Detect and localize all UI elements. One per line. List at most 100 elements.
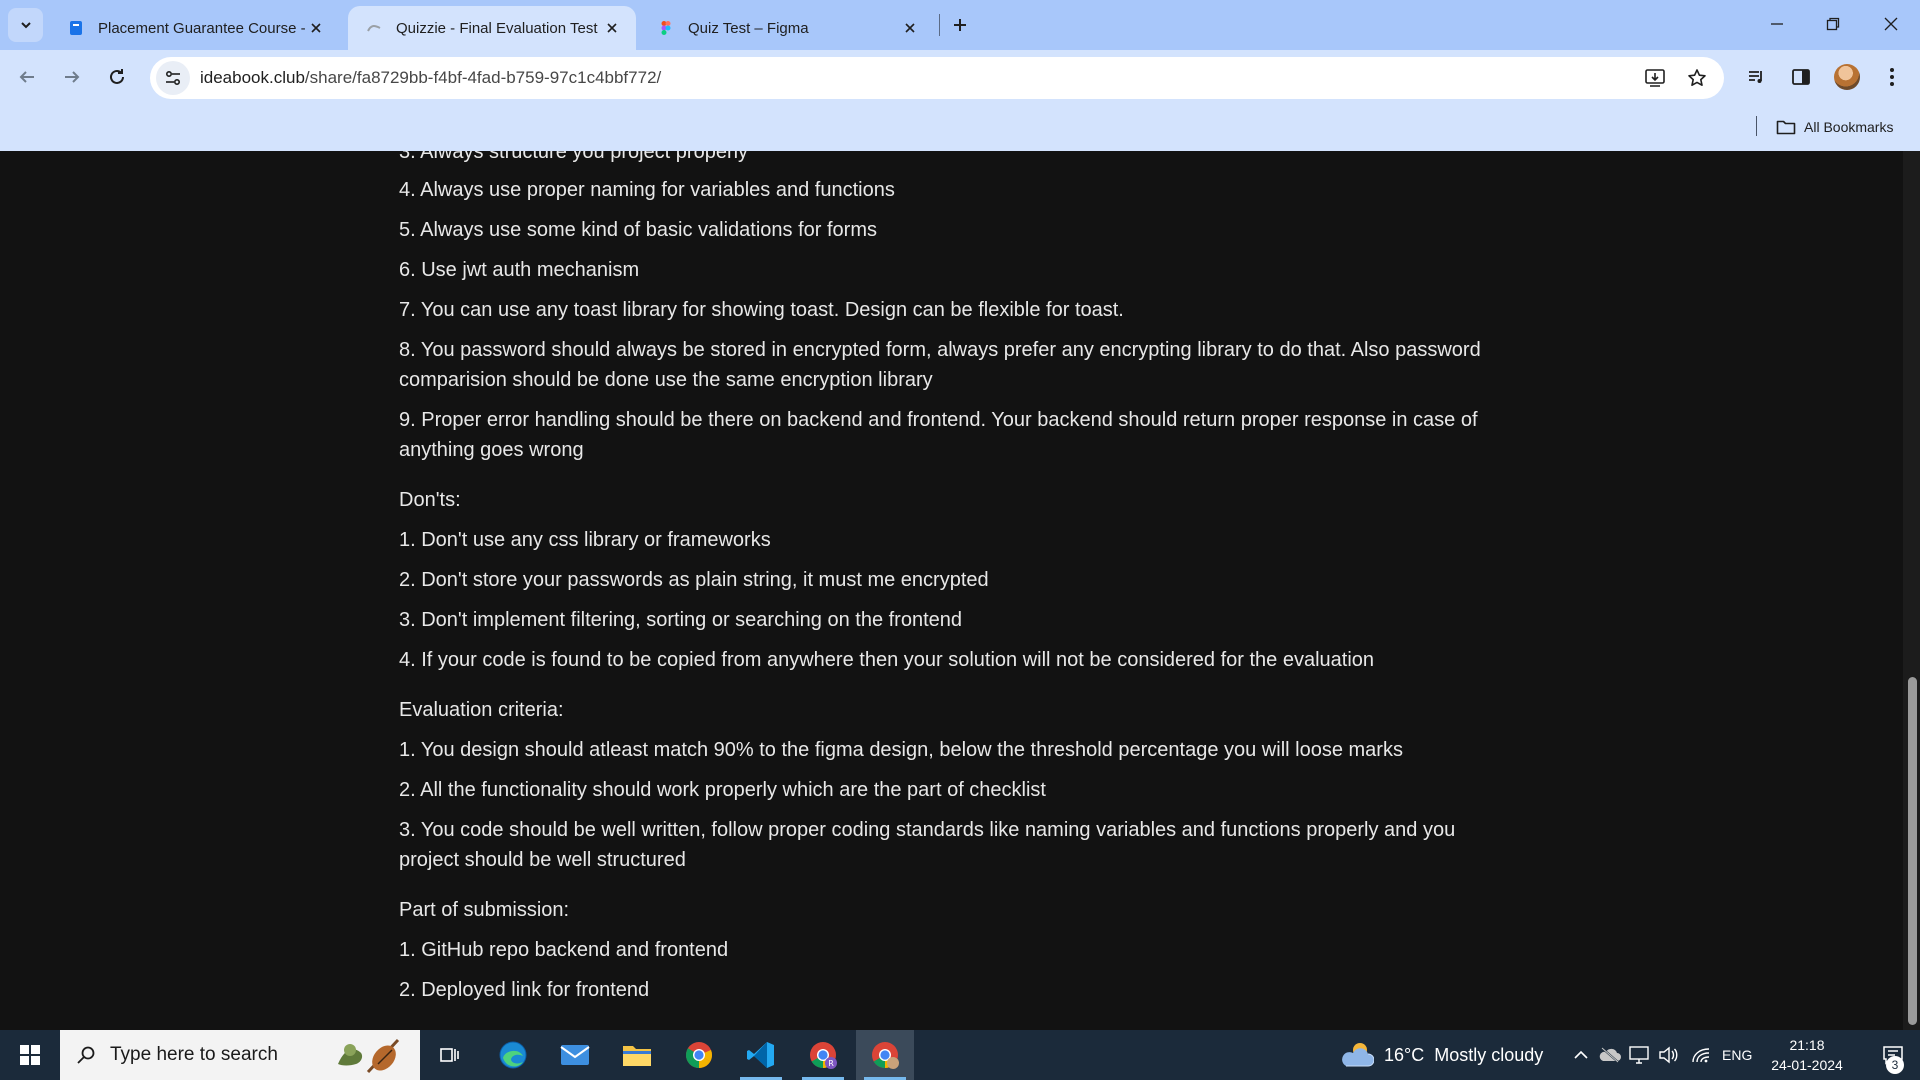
list-item: 3. Always structure you project properly — [399, 151, 749, 163]
list-item: 4. Always use proper naming for variable… — [399, 179, 895, 201]
tab-title: Quizzie - Final Evaluation Test — [396, 19, 598, 37]
list-item: 2. Deployed link for frontend — [399, 979, 650, 1001]
install-icon — [1645, 69, 1665, 87]
reload-icon — [110, 69, 124, 84]
close-icon — [311, 23, 321, 33]
windows-taskbar: Type here to search R 16°C Mostly cloudy — [0, 1030, 1920, 1080]
onedrive-tray-button[interactable] — [1597, 1030, 1623, 1080]
monitor-icon — [1629, 1046, 1649, 1064]
chrome-menu-button[interactable] — [1875, 60, 1909, 94]
site-info-button[interactable] — [156, 61, 190, 95]
plus-icon — [954, 19, 966, 31]
taskbar-edge[interactable] — [484, 1030, 542, 1080]
bookmarks-separator — [1756, 116, 1757, 136]
profile-button[interactable] — [1830, 60, 1864, 94]
chrome-icon — [686, 1042, 713, 1069]
taskbar-search-box[interactable]: Type here to search — [60, 1030, 420, 1080]
display-tray-button[interactable] — [1626, 1030, 1652, 1080]
all-bookmarks-button[interactable]: All Bookmarks — [1776, 114, 1893, 140]
forward-button[interactable] — [55, 60, 89, 94]
minimize-button[interactable] — [1754, 6, 1800, 42]
arrow-left-icon — [19, 71, 34, 83]
chrome-icon — [872, 1042, 899, 1069]
taskbar-chrome[interactable] — [670, 1030, 728, 1080]
page-content: 3. Always structure you project properly… — [0, 151, 1920, 1030]
list-item: 1. Don't use any css library or framewor… — [399, 529, 771, 551]
chrome-profile-icon: R — [810, 1042, 837, 1069]
list-item: 6. Use jwt auth mechanism — [399, 259, 640, 281]
arrow-right-icon — [65, 71, 80, 83]
network-tray-button[interactable] — [1688, 1030, 1714, 1080]
list-item: 4. If your code is found to be copied fr… — [399, 649, 1375, 671]
address-bar[interactable]: ideabook.club/share/fa8729bb-f4bf-4fad-b… — [150, 57, 1724, 99]
list-item: 8. You password should always be stored … — [399, 339, 1481, 391]
language-label: ENG — [1722, 1047, 1753, 1063]
list-item: 7. You can use any toast library for sho… — [399, 299, 1124, 321]
side-panel-icon — [1792, 69, 1810, 85]
reload-button[interactable] — [100, 60, 134, 94]
tab-figma[interactable]: Quiz Test – Figma — [640, 6, 934, 50]
taskbar-vscode[interactable] — [732, 1030, 790, 1080]
url-path: /share/fa8729bb-f4bf-4fad-b759-97c1c4bbf… — [304, 68, 662, 87]
install-app-button[interactable] — [1638, 61, 1672, 95]
side-panel-button[interactable] — [1784, 60, 1818, 94]
list-item: 9. Proper error handling should be there… — [399, 409, 1478, 461]
search-icon — [77, 1046, 95, 1064]
quizzie-favicon-icon — [367, 25, 381, 32]
input-language-indicator[interactable]: ENG — [1722, 1030, 1752, 1080]
restore-icon — [1826, 17, 1840, 31]
clock-date: 24-01-2024 — [1771, 1057, 1843, 1073]
tab-close-button[interactable] — [602, 18, 622, 38]
chevron-up-icon — [1574, 1050, 1588, 1059]
task-view-button[interactable] — [420, 1030, 478, 1080]
cloud-offline-icon — [1599, 1047, 1621, 1063]
tab-search-button[interactable] — [8, 8, 43, 42]
list-item: 1. You design should atleast match 90% t… — [399, 739, 1403, 761]
show-hidden-icons-button[interactable] — [1568, 1030, 1594, 1080]
list-item: 3. Don't implement filtering, sorting or… — [399, 609, 963, 631]
url-text[interactable]: ideabook.club/share/fa8729bb-f4bf-4fad-b… — [200, 68, 661, 88]
avatar — [1834, 64, 1860, 90]
window-close-button[interactable] — [1868, 6, 1914, 42]
tab-placement[interactable]: Placement Guarantee Course - ... — [50, 6, 340, 50]
tab-quizzie[interactable]: Quizzie - Final Evaluation Test — [348, 6, 636, 50]
tab-separator — [939, 14, 940, 36]
star-icon — [1688, 69, 1706, 86]
tab-close-button[interactable] — [306, 18, 326, 38]
svg-text:R: R — [828, 1059, 834, 1068]
volume-tray-button[interactable] — [1655, 1030, 1681, 1080]
chevron-down-icon — [20, 22, 31, 29]
tab-title: Placement Guarantee Course - ... — [98, 19, 306, 37]
mail-icon — [560, 1045, 590, 1065]
restore-button[interactable] — [1810, 6, 1856, 42]
media-queue-icon — [1749, 71, 1762, 83]
clock[interactable]: 21:18 24-01-2024 — [1762, 1035, 1852, 1075]
weather-widget[interactable]: 16°C Mostly cloudy — [1340, 1030, 1543, 1080]
new-tab-button[interactable] — [946, 11, 974, 39]
start-button[interactable] — [0, 1030, 60, 1080]
bookmark-star-button[interactable] — [1680, 61, 1714, 95]
scrollbar-thumb[interactable] — [1908, 677, 1917, 1025]
tab-close-button[interactable] — [900, 18, 920, 38]
list-item: 1. GitHub repo backend and frontend — [399, 939, 729, 961]
taskbar-chrome-profile[interactable]: R — [794, 1030, 852, 1080]
wifi-icon — [1692, 1048, 1710, 1063]
all-bookmarks-label: All Bookmarks — [1804, 119, 1894, 135]
taskbar-file-explorer[interactable] — [608, 1030, 666, 1080]
search-highlight-art-icon — [338, 1038, 400, 1074]
list-item: 2. Don't store your passwords as plain s… — [399, 569, 989, 591]
page-scrollbar[interactable] — [1903, 151, 1920, 1030]
vscode-icon — [747, 1042, 774, 1068]
minimize-icon — [1771, 23, 1783, 25]
browser-toolbar: ideabook.club/share/fa8729bb-f4bf-4fad-b… — [0, 50, 1920, 102]
taskbar-mail[interactable] — [546, 1030, 604, 1080]
list-item: 5. Always use some kind of basic validat… — [399, 219, 877, 241]
placement-favicon-icon — [70, 21, 82, 35]
weather-description: Mostly cloudy — [1434, 1044, 1544, 1065]
taskbar-chrome-active[interactable] — [856, 1030, 914, 1080]
bookmarks-bar: All Bookmarks — [0, 102, 1920, 151]
media-controls-button[interactable] — [1740, 60, 1774, 94]
list-item: 2. All the functionality should work pro… — [399, 779, 1046, 801]
back-button[interactable] — [10, 60, 44, 94]
windows-logo-icon — [20, 1045, 40, 1065]
